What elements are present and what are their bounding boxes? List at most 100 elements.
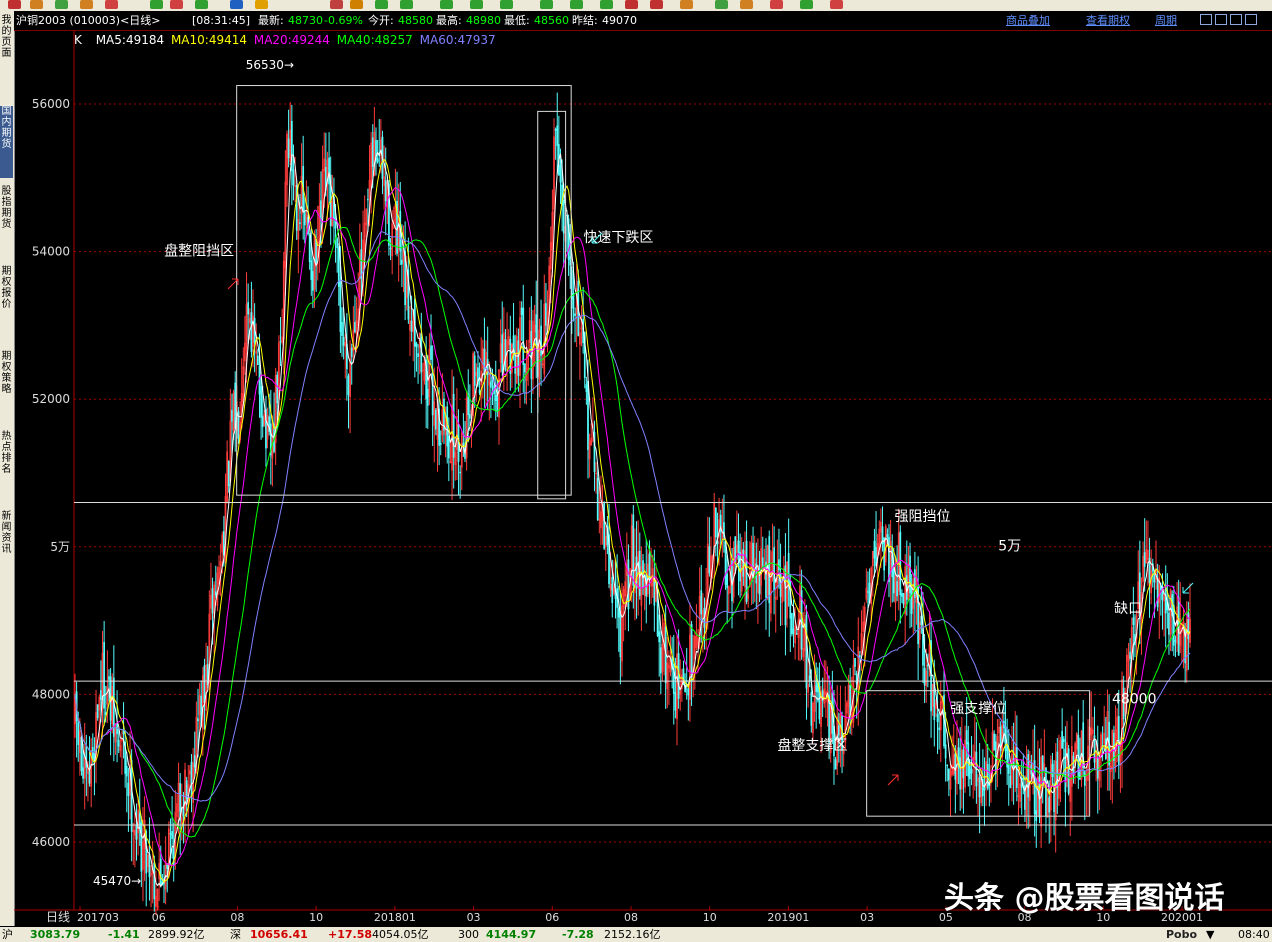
candle-down-body xyxy=(901,593,903,597)
candle-down-body xyxy=(569,256,572,266)
candle-down-body xyxy=(1056,751,1059,789)
sh-label: 沪 xyxy=(2,928,13,941)
candle-down-body xyxy=(674,692,677,711)
high-marker-label: 56530→ xyxy=(246,58,294,72)
candle-down-body xyxy=(517,340,520,376)
candle-down-body xyxy=(737,540,740,560)
candle-down-body xyxy=(1164,586,1167,614)
candle-down-body xyxy=(1172,605,1175,646)
candle-down-body xyxy=(148,853,151,878)
candle-down-body xyxy=(320,200,322,221)
candle-down-body xyxy=(1129,651,1131,659)
x-tick-label: 201801 xyxy=(374,911,416,924)
candle-down-body xyxy=(260,386,262,418)
sz-change: +17.58 xyxy=(328,928,373,941)
candle-down-body xyxy=(859,655,861,658)
candle-down-body xyxy=(524,363,526,373)
candle-down-body xyxy=(342,336,345,346)
candle-down-body xyxy=(417,353,419,357)
candle-down-body xyxy=(902,593,905,605)
sz-label: 深 xyxy=(230,928,241,941)
candle-down-body xyxy=(384,180,387,202)
candle-down-body xyxy=(439,442,442,445)
candle-down-body xyxy=(596,477,599,520)
candle-down-body xyxy=(1168,612,1170,635)
candle-down-body xyxy=(367,198,369,201)
candle-down-body xyxy=(787,552,790,585)
candle-down-body xyxy=(808,675,811,682)
candle-down-body xyxy=(214,591,217,596)
x-tick-label: 10 xyxy=(703,911,717,924)
candle-down-body xyxy=(96,704,99,719)
candlestick-chart[interactable]: 46000 48000 5万 52000 54000 56000 201703 06 08 10 2… xyxy=(0,0,1272,942)
annotation-label: 盘整阻挡区 xyxy=(164,242,234,259)
candle-down-body xyxy=(287,138,290,159)
candle-down-body xyxy=(917,586,919,645)
candle-down-body xyxy=(1007,763,1010,774)
candle-down-body xyxy=(700,590,703,615)
annotation-arrow-icon xyxy=(887,774,899,786)
candle-down-body xyxy=(944,744,947,759)
candle-down-body xyxy=(910,586,913,614)
x-tick-label: 06 xyxy=(152,911,166,924)
annotation-label: 强支撑位 xyxy=(950,701,1006,717)
candle-down-body xyxy=(659,647,662,674)
candle-down-body xyxy=(765,561,767,598)
candle-down-body xyxy=(446,406,449,447)
candle-down-body xyxy=(328,157,330,185)
hs300-change: -7.28 xyxy=(562,928,594,941)
candle-down-body xyxy=(1156,578,1159,608)
annotation-label: 强阻挡位 xyxy=(895,509,951,525)
candle-down-body xyxy=(1083,771,1086,786)
y-tick-label: 46000 xyxy=(32,835,70,849)
candle-down-body xyxy=(250,312,253,352)
candle-down-body xyxy=(125,765,128,777)
candle-down-body xyxy=(773,547,775,591)
candle-down-body xyxy=(948,768,950,781)
candle-down-body xyxy=(574,313,576,317)
candle-down-body xyxy=(1051,763,1054,777)
candle-down-body xyxy=(810,691,813,726)
candle-down-body xyxy=(312,271,314,291)
candle-down-body xyxy=(540,325,542,356)
candle-down-body xyxy=(632,514,635,586)
candle-down-body xyxy=(714,507,717,538)
candle-down-body xyxy=(962,749,965,778)
candle-down-body xyxy=(376,158,379,163)
candle-down-body xyxy=(501,334,504,373)
candle-down-body xyxy=(468,414,471,419)
candle-down-body xyxy=(761,557,764,567)
candle-down-body xyxy=(211,588,214,614)
candle-down-body xyxy=(619,611,622,658)
x-tick-label: 201901 xyxy=(767,911,809,924)
candle-down-body xyxy=(341,321,343,336)
candle-down-body xyxy=(334,217,337,229)
candle-down-body xyxy=(169,833,172,835)
candle-down-body xyxy=(100,690,102,701)
candle-down-body xyxy=(677,653,680,699)
candle-down-body xyxy=(938,727,941,730)
candle-down-body xyxy=(227,460,230,487)
hs300-value: 4144.97 xyxy=(486,928,537,941)
candle-down-body xyxy=(276,374,279,404)
candle-down-body xyxy=(954,752,957,780)
candle-down-body xyxy=(354,322,356,333)
candle-down-body xyxy=(122,729,125,735)
candle-down-body xyxy=(986,764,989,789)
candle-down-body xyxy=(197,718,199,722)
candle-down-body xyxy=(426,389,429,406)
candle-down-body xyxy=(909,555,911,594)
candle-down-body xyxy=(490,381,492,388)
candle-down-body xyxy=(867,591,869,593)
candle-down-body xyxy=(554,129,557,131)
candle-down-body xyxy=(1143,552,1146,567)
y-tick-label: 5万 xyxy=(50,540,70,554)
candle-down-body xyxy=(261,416,264,427)
candle-down-body xyxy=(514,353,517,374)
candle-down-body xyxy=(520,307,523,315)
candle-down-body xyxy=(231,409,233,422)
candle-down-body xyxy=(303,210,306,226)
candle-down-body xyxy=(127,782,130,796)
candle-down-body xyxy=(585,384,588,392)
sh-change: -1.41 xyxy=(108,928,140,941)
